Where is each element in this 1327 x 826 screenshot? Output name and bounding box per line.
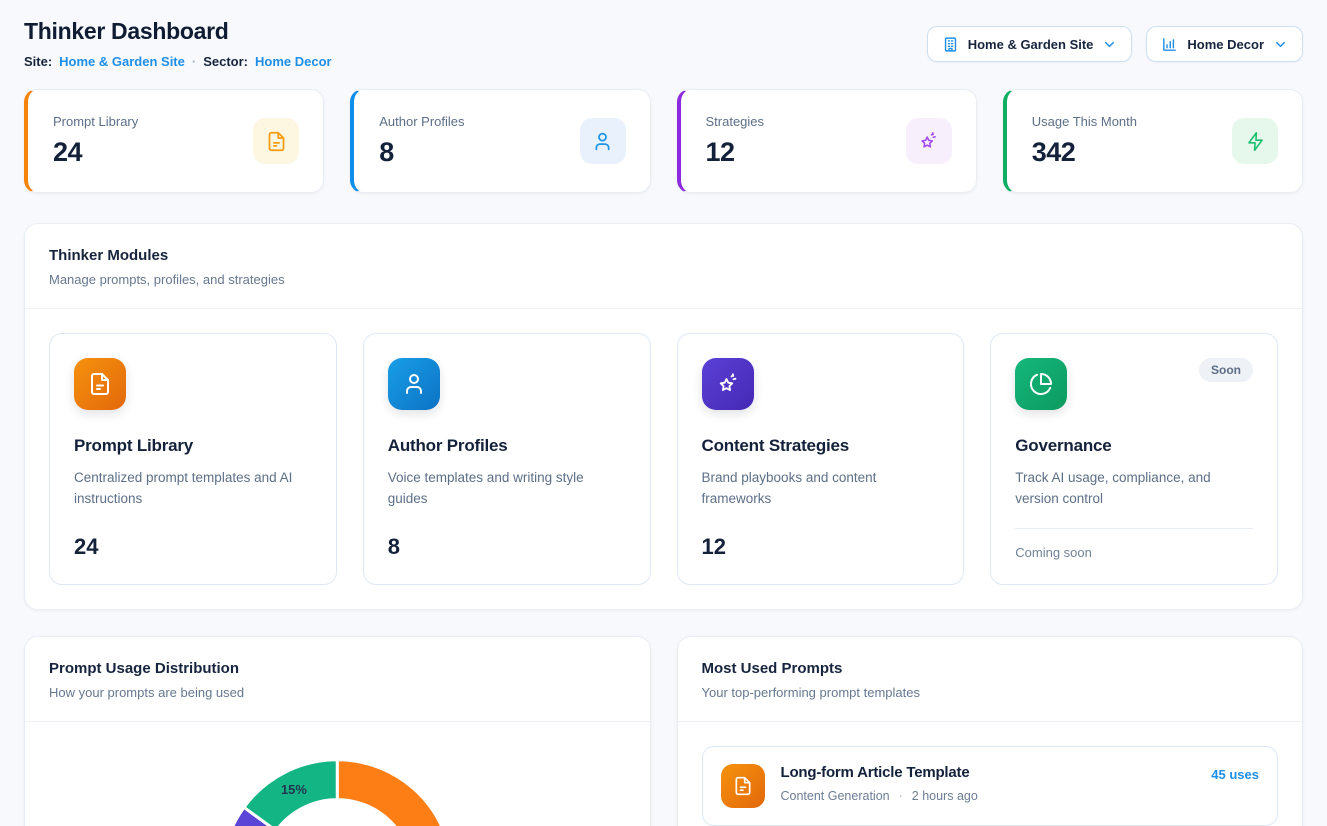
modules-title: Thinker Modules: [49, 247, 1278, 264]
module-count: 12: [702, 534, 940, 560]
stat-label: Author Profiles: [379, 114, 464, 129]
module-title: Content Strategies: [702, 436, 940, 456]
zap-icon: [1232, 118, 1278, 164]
module-title: Author Profiles: [388, 436, 626, 456]
dashboard-page: Thinker Dashboard Site: Home & Garden Si…: [0, 0, 1327, 826]
stat-value: 12: [706, 137, 765, 168]
module-card-prompt-library[interactable]: Prompt Library Centralized prompt templa…: [49, 333, 337, 585]
sector-selector-dropdown[interactable]: Home Decor: [1146, 26, 1303, 62]
stat-card-usage[interactable]: Usage This Month 342: [1003, 89, 1303, 193]
most-used-title: Most Used Prompts: [702, 660, 1279, 677]
donut-chart: 15%: [25, 722, 650, 826]
stat-value: 8: [379, 137, 464, 168]
stat-value: 342: [1032, 137, 1137, 168]
separator-dot: ·: [899, 789, 903, 803]
sparkle-star-icon: [906, 118, 952, 164]
user-icon: [580, 118, 626, 164]
site-selector-value: Home & Garden Site: [968, 37, 1094, 52]
donut-segment: [337, 760, 452, 826]
prompt-title: Long-form Article Template: [781, 764, 1196, 781]
site-selector-dropdown[interactable]: Home & Garden Site: [927, 26, 1133, 62]
module-card-governance[interactable]: Soon Governance Track AI usage, complian…: [990, 333, 1278, 585]
page-header: Thinker Dashboard Site: Home & Garden Si…: [24, 18, 1303, 69]
usage-title: Prompt Usage Distribution: [49, 660, 626, 677]
donut-chart-svg: 15%: [25, 722, 650, 826]
prompt-list-item[interactable]: Long-form Article Template Content Gener…: [702, 746, 1279, 826]
bottom-row: Prompt Usage Distribution How your promp…: [24, 636, 1303, 826]
thinker-modules-panel: Thinker Modules Manage prompts, profiles…: [24, 223, 1303, 610]
file-text-icon: [721, 764, 765, 808]
module-description: Voice templates and writing style guides: [388, 468, 626, 510]
stats-row: Prompt Library 24 Author Profiles 8 Stra…: [24, 89, 1303, 193]
stat-card-author-profiles[interactable]: Author Profiles 8: [350, 89, 650, 193]
sector-label: Sector:: [203, 54, 248, 69]
pie-chart-icon: [1015, 358, 1067, 410]
most-used-prompts-panel: Most Used Prompts Your top-performing pr…: [677, 636, 1304, 826]
stat-value: 24: [53, 137, 138, 168]
separator-dot: ·: [192, 54, 196, 69]
site-link[interactable]: Home & Garden Site: [59, 54, 185, 69]
file-text-icon: [253, 118, 299, 164]
module-title: Prompt Library: [74, 436, 312, 456]
breadcrumb: Site: Home & Garden Site · Sector: Home …: [24, 54, 332, 69]
file-text-icon: [74, 358, 126, 410]
prompt-uses-badge: 45 uses: [1211, 767, 1259, 782]
sector-link[interactable]: Home Decor: [255, 54, 332, 69]
coming-soon-text: Coming soon: [1015, 545, 1253, 560]
sparkle-star-icon: [702, 358, 754, 410]
most-used-subtitle: Your top-performing prompt templates: [702, 685, 1279, 700]
module-card-content-strategies[interactable]: Content Strategies Brand playbooks and c…: [677, 333, 965, 585]
module-description: Track AI usage, compliance, and version …: [1015, 468, 1253, 510]
page-title: Thinker Dashboard: [24, 18, 332, 45]
stat-card-prompt-library[interactable]: Prompt Library 24: [24, 89, 324, 193]
module-card-author-profiles[interactable]: Author Profiles Voice templates and writ…: [363, 333, 651, 585]
module-description: Centralized prompt templates and AI inst…: [74, 468, 312, 510]
prompt-category: Content Generation: [781, 789, 890, 803]
prompt-time: 2 hours ago: [912, 789, 978, 803]
usage-subtitle: How your prompts are being used: [49, 685, 626, 700]
donut-segment-label: 15%: [281, 782, 307, 797]
module-count: 8: [388, 534, 626, 560]
modules-subtitle: Manage prompts, profiles, and strategies: [49, 272, 1278, 287]
bar-chart-icon: [1161, 36, 1178, 53]
soon-badge: Soon: [1199, 358, 1253, 382]
site-label: Site:: [24, 54, 52, 69]
chevron-down-icon: [1102, 37, 1117, 52]
stat-label: Prompt Library: [53, 114, 138, 129]
sector-selector-value: Home Decor: [1187, 37, 1264, 52]
module-count: 24: [74, 534, 312, 560]
header-selectors: Home & Garden Site Home Decor: [927, 26, 1303, 62]
stat-card-strategies[interactable]: Strategies 12: [677, 89, 977, 193]
module-title: Governance: [1015, 436, 1253, 456]
header-left: Thinker Dashboard Site: Home & Garden Si…: [24, 18, 332, 69]
stat-label: Strategies: [706, 114, 765, 129]
prompt-usage-panel: Prompt Usage Distribution How your promp…: [24, 636, 651, 826]
building-icon: [942, 36, 959, 53]
stat-label: Usage This Month: [1032, 114, 1137, 129]
user-icon: [388, 358, 440, 410]
chevron-down-icon: [1273, 37, 1288, 52]
prompt-list: Long-form Article Template Content Gener…: [678, 722, 1303, 826]
divider: [1015, 528, 1253, 529]
modules-grid: Prompt Library Centralized prompt templa…: [25, 309, 1302, 609]
module-description: Brand playbooks and content frameworks: [702, 468, 940, 510]
